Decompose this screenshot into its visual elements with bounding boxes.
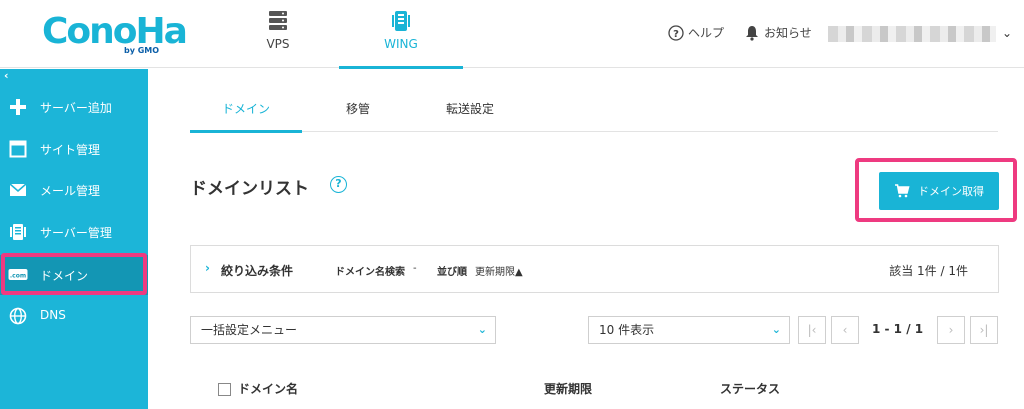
filter-title[interactable]: 絞り込み条件	[221, 262, 293, 279]
globe-icon	[8, 306, 28, 326]
tab-forwarding[interactable]: 転送設定	[414, 92, 526, 132]
prev-page-button[interactable]: ‹	[831, 316, 859, 344]
sort-label: 並び順	[437, 267, 467, 278]
bulk-settings-value: 一括設定メニュー	[201, 323, 298, 337]
help-icon[interactable]: ?	[330, 176, 347, 193]
top-header: ConoHa by GMO VPS WING ? ヘルプ お知らせ ⌄	[0, 0, 1024, 69]
sidebar: ‹ サーバー追加 サイト管理 メール管理 サーバー管理 .com ドメイン DN…	[0, 69, 148, 409]
logo-sub: by GMO	[124, 46, 160, 55]
chevron-down-icon[interactable]: ⌄	[1002, 26, 1012, 40]
sort-value: 更新期限▲	[475, 267, 523, 278]
per-page-select[interactable]: 10 件表示 ⌄	[588, 316, 790, 344]
sidebar-item-site-manage[interactable]: サイト管理	[0, 129, 148, 169]
tab-wing[interactable]: WING	[339, 0, 463, 69]
notice-label: お知らせ	[764, 26, 812, 40]
sidebar-item-server-manage[interactable]: サーバー管理	[0, 212, 148, 252]
first-page-button[interactable]: |‹	[798, 316, 826, 344]
sidebar-item-label: メール管理	[40, 184, 101, 198]
chevron-down-icon: ⌄	[771, 323, 781, 336]
sidebar-item-dns[interactable]: DNS	[0, 296, 148, 336]
subtab-bar: ドメイン 移管 転送設定	[190, 92, 998, 133]
sidebar-item-label: サーバー追加	[40, 101, 112, 115]
mail-icon	[8, 180, 28, 200]
sidebar-item-server-add[interactable]: サーバー追加	[0, 87, 148, 127]
user-account-menu[interactable]	[828, 26, 996, 42]
per-page-value: 10 件表示	[599, 323, 655, 337]
get-domain-button[interactable]: ドメイン取得	[879, 172, 999, 210]
bulk-settings-select[interactable]: 一括設定メニュー ⌄	[190, 316, 496, 344]
server-icon	[8, 222, 28, 242]
help-link[interactable]: ? ヘルプ	[668, 24, 724, 41]
chevron-right-icon[interactable]: ›	[205, 261, 210, 275]
tab-transfer[interactable]: 移管	[302, 92, 414, 132]
tab-vps[interactable]: VPS	[216, 0, 340, 68]
tab-wing-label: WING	[384, 37, 418, 51]
sidebar-item-label: DNS	[40, 308, 66, 322]
highlight-box-sidebar	[1, 253, 147, 295]
plus-icon	[8, 97, 28, 117]
svg-text:?: ?	[673, 29, 679, 40]
filter-panel[interactable]: › 絞り込み条件 ドメイン名検索 - 並び順 更新期限▲ 該当 1件 / 1件	[190, 245, 999, 293]
column-domain-name[interactable]: ドメイン名	[238, 380, 298, 397]
chevron-down-icon: ⌄	[477, 323, 487, 336]
sidebar-collapse-icon[interactable]: ‹	[4, 69, 9, 82]
select-all-checkbox[interactable]	[218, 383, 231, 396]
tab-vps-label: VPS	[266, 37, 290, 51]
bell-icon	[746, 25, 758, 41]
page-title: ドメインリスト	[190, 179, 309, 199]
column-expiry[interactable]: 更新期限	[544, 380, 592, 397]
sidebar-item-mail-manage[interactable]: メール管理	[0, 170, 148, 210]
server-stack-icon	[269, 11, 287, 30]
server-wing-icon	[392, 11, 410, 31]
window-icon	[8, 139, 28, 159]
result-count: 該当 1件 / 1件	[889, 264, 968, 278]
sidebar-item-label: サーバー管理	[40, 226, 112, 240]
notice-link[interactable]: お知らせ	[745, 24, 812, 41]
conoha-logo[interactable]: ConoHa by GMO	[42, 12, 188, 56]
last-page-button[interactable]: ›|	[970, 316, 998, 344]
tab-domain[interactable]: ドメイン	[190, 92, 302, 133]
get-domain-label: ドメイン取得	[918, 185, 984, 198]
cart-icon	[895, 184, 910, 198]
help-label: ヘルプ	[688, 26, 725, 40]
question-circle-icon: ?	[668, 24, 684, 41]
domain-search-label: ドメイン名検索	[335, 267, 405, 278]
domain-search-value: -	[413, 263, 417, 274]
sidebar-item-label: サイト管理	[40, 143, 101, 157]
column-status[interactable]: ステータス	[720, 380, 780, 397]
next-page-button[interactable]: ›	[937, 316, 965, 344]
page-info: 1 - 1 / 1	[872, 322, 924, 336]
